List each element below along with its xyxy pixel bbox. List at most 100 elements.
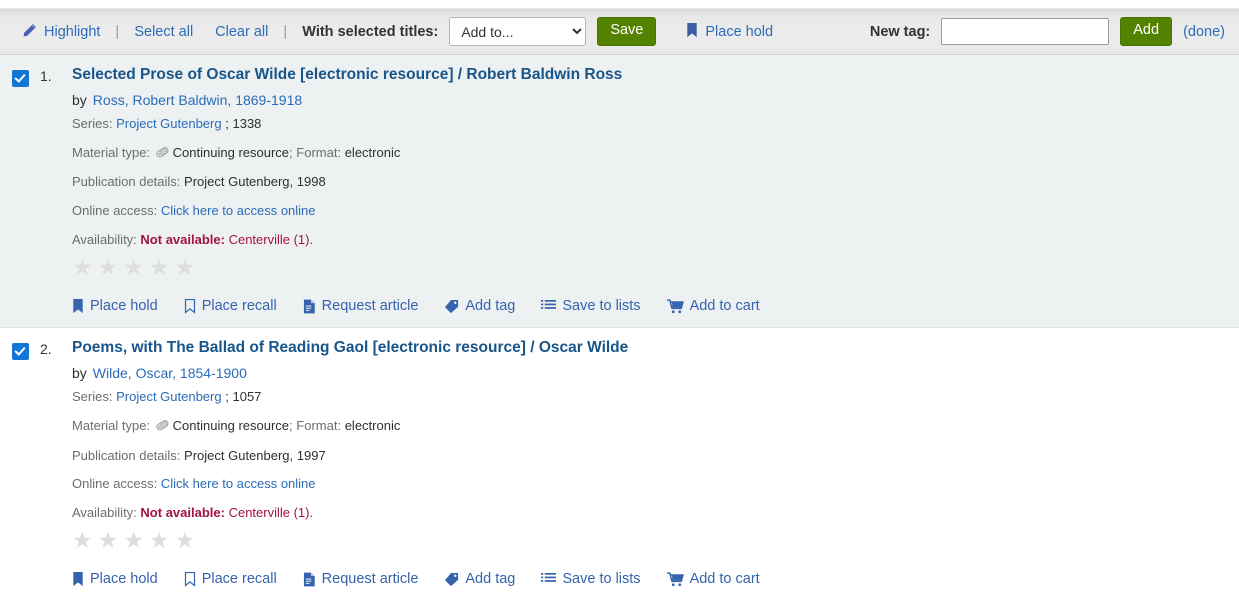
rating-star[interactable]: ★	[72, 529, 93, 552]
series-label: Series:	[72, 116, 112, 131]
availability-branch: Centerville (1).	[229, 232, 314, 247]
material-type-label: Material type:	[72, 418, 150, 433]
clear-all-button[interactable]: Clear all	[215, 24, 268, 40]
result-online-access: Online access: Click here to access onli…	[72, 202, 1219, 220]
add-tag-action[interactable]: Add tag	[444, 298, 515, 314]
highlight-button[interactable]: Highlight	[22, 23, 100, 41]
save-to-lists-action[interactable]: Save to lists	[541, 571, 640, 587]
result-checkbox-cell	[0, 65, 40, 327]
add-tag-button[interactable]: Add	[1120, 17, 1172, 46]
rating-star[interactable]: ★	[123, 529, 144, 552]
with-selected-titles-label: With selected titles:	[302, 24, 438, 40]
online-access-label: Online access:	[72, 203, 157, 218]
format-value: electronic	[345, 145, 401, 160]
list-icon	[541, 299, 556, 313]
select-all-button[interactable]: Select all	[134, 24, 193, 40]
place-recall-action-label: Place recall	[202, 571, 277, 587]
rating-star[interactable]: ★	[149, 529, 170, 552]
request-article-action[interactable]: Request article	[303, 571, 419, 587]
add-to-select[interactable]: Add to...	[449, 17, 586, 46]
add-tag-action-label: Add tag	[465, 298, 515, 314]
result-byline: byWilde, Oscar, 1854-1900	[72, 365, 1219, 381]
save-button[interactable]: Save	[597, 17, 656, 46]
rating-stars[interactable]: ★ ★ ★ ★ ★	[72, 256, 1219, 279]
result-actions: Place hold Place recall	[72, 298, 1219, 327]
new-tag-label: New tag:	[870, 24, 930, 40]
list-icon	[541, 572, 556, 586]
document-icon	[303, 572, 316, 587]
rating-stars[interactable]: ★ ★ ★ ★ ★	[72, 529, 1219, 552]
format-label: Format:	[296, 145, 341, 160]
result-online-access: Online access: Click here to access onli…	[72, 475, 1219, 493]
online-access-label: Online access:	[72, 476, 157, 491]
online-access-link[interactable]: Click here to access online	[161, 476, 316, 491]
publication-label: Publication details:	[72, 174, 180, 189]
request-article-action-label: Request article	[322, 298, 419, 314]
result-publication: Publication details: Project Gutenberg, …	[72, 173, 1219, 191]
add-to-cart-action-label: Add to cart	[690, 571, 760, 587]
format-value: electronic	[345, 418, 401, 433]
by-label: by	[72, 92, 87, 108]
rating-star[interactable]: ★	[98, 256, 119, 279]
result-body: Poems, with The Ballad of Reading Gaol […	[72, 338, 1239, 600]
save-to-lists-action[interactable]: Save to lists	[541, 298, 640, 314]
result-body: Selected Prose of Oscar Wilde [electroni…	[72, 65, 1239, 327]
rating-star[interactable]: ★	[72, 256, 93, 279]
add-tag-action-label: Add tag	[465, 571, 515, 587]
material-type-semicolon: ;	[289, 418, 293, 433]
result-material-type: Material type: Continuing resource; Form…	[72, 144, 1219, 164]
series-link[interactable]: Project Gutenberg	[116, 116, 222, 131]
result-title-link[interactable]: Selected Prose of Oscar Wilde [electroni…	[72, 66, 622, 83]
result-checkbox[interactable]	[12, 70, 29, 87]
place-recall-action[interactable]: Place recall	[184, 298, 277, 314]
availability-label: Availability:	[72, 232, 137, 247]
place-hold-action[interactable]: Place hold	[72, 298, 158, 314]
add-to-cart-action[interactable]: Add to cart	[667, 298, 760, 314]
place-hold-action[interactable]: Place hold	[72, 571, 158, 587]
request-article-action[interactable]: Request article	[303, 298, 419, 314]
rating-star[interactable]: ★	[175, 529, 196, 552]
bookmark-outline-icon	[184, 299, 196, 314]
result-author-link[interactable]: Ross, Robert Baldwin, 1869-1918	[93, 92, 302, 108]
selection-toolbar: Highlight | Select all Clear all | With …	[0, 9, 1239, 55]
result-number: 2.	[40, 338, 72, 600]
rating-star[interactable]: ★	[98, 529, 119, 552]
rating-star[interactable]: ★	[149, 256, 170, 279]
result-title-link[interactable]: Poems, with The Ballad of Reading Gaol […	[72, 339, 628, 356]
format-label: Format:	[296, 418, 341, 433]
result-material-type: Material type: Continuing resource; Form…	[72, 417, 1219, 437]
publication-label: Publication details:	[72, 448, 180, 463]
result-author-link[interactable]: Wilde, Oscar, 1854-1900	[93, 365, 247, 381]
rating-star[interactable]: ★	[123, 256, 144, 279]
series-number: 1338	[232, 116, 261, 131]
result-actions: Place hold Place recall	[72, 571, 1219, 600]
place-recall-action[interactable]: Place recall	[184, 571, 277, 587]
result-row: 2. Poems, with The Ballad of Reading Gao…	[0, 327, 1239, 600]
continuing-resource-icon	[155, 146, 170, 164]
bookmark-filled-icon	[686, 23, 698, 41]
rating-star[interactable]: ★	[175, 256, 196, 279]
done-link[interactable]: (done)	[1183, 24, 1225, 40]
series-sep: ;	[225, 116, 229, 131]
add-tag-action[interactable]: Add tag	[444, 571, 515, 587]
bookmark-filled-icon	[72, 299, 84, 314]
add-to-cart-action[interactable]: Add to cart	[667, 571, 760, 587]
result-publication: Publication details: Project Gutenberg, …	[72, 447, 1219, 465]
publication-value: Project Gutenberg, 1998	[184, 174, 326, 189]
toolbar-divider-1: |	[115, 24, 119, 39]
online-access-link[interactable]: Click here to access online	[161, 203, 316, 218]
cart-icon	[667, 572, 684, 587]
result-checkbox[interactable]	[12, 343, 29, 360]
toolbar-place-hold-button[interactable]: Place hold	[686, 23, 773, 41]
series-link[interactable]: Project Gutenberg	[116, 389, 222, 404]
results-page: Highlight | Select all Clear all | With …	[0, 0, 1239, 604]
add-to-cart-action-label: Add to cart	[690, 298, 760, 314]
place-recall-action-label: Place recall	[202, 298, 277, 314]
place-hold-action-label: Place hold	[90, 571, 158, 587]
publication-value: Project Gutenberg, 1997	[184, 448, 326, 463]
new-tag-input[interactable]	[941, 18, 1109, 45]
cart-icon	[667, 299, 684, 314]
material-type-value: Continuing resource	[173, 418, 289, 433]
toolbar-place-hold-label: Place hold	[705, 24, 773, 40]
place-hold-action-label: Place hold	[90, 298, 158, 314]
